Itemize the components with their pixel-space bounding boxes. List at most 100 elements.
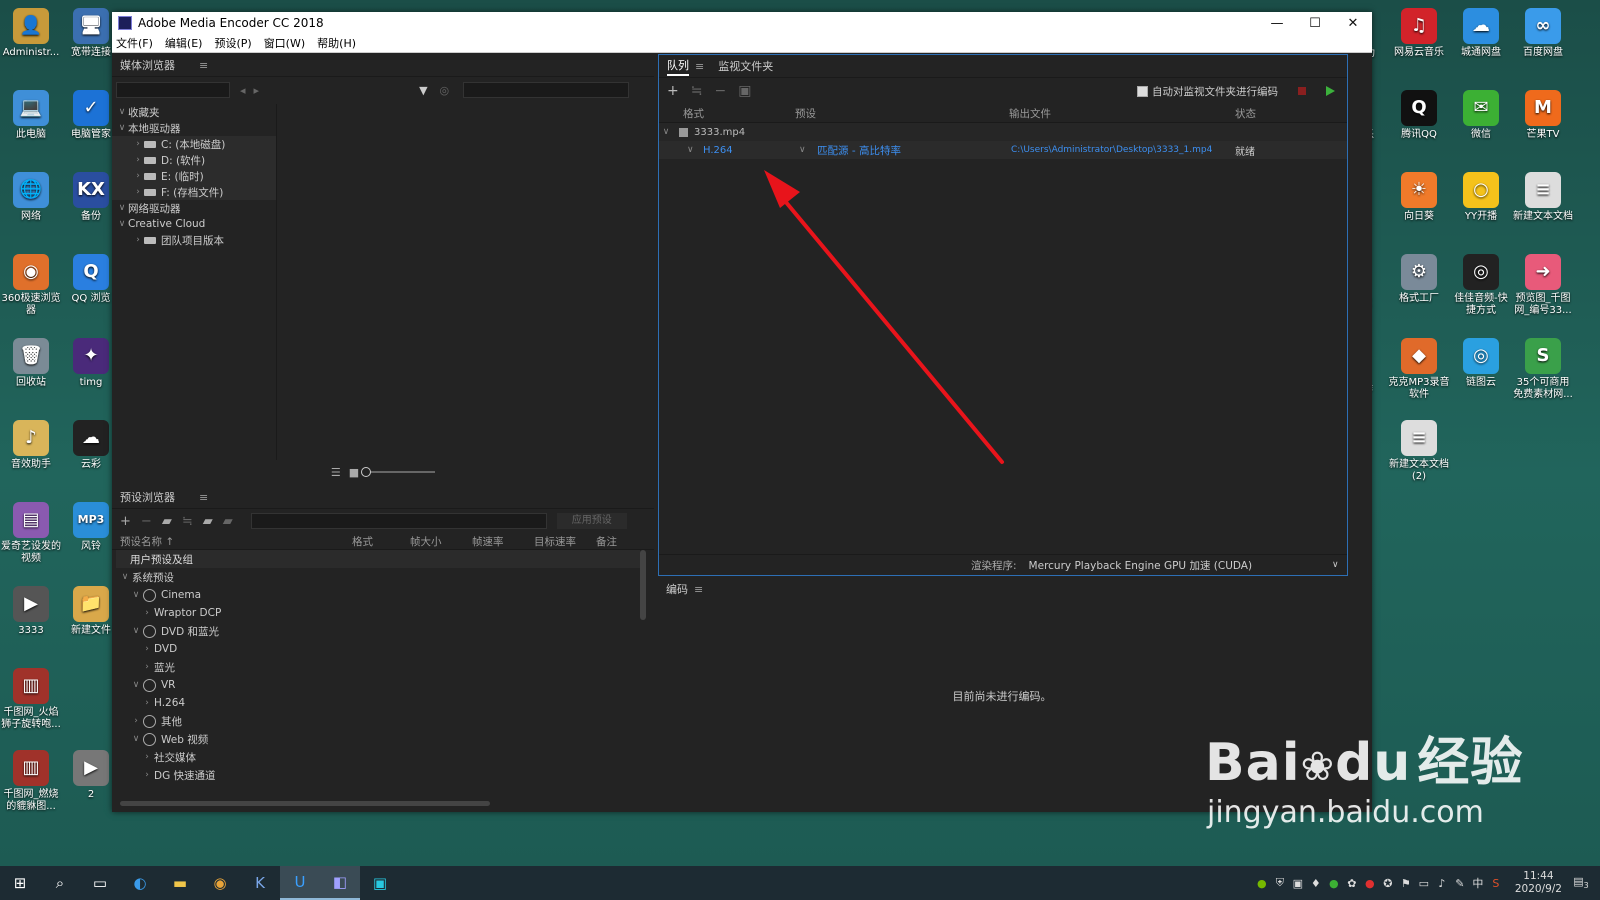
- preset-settings-icon[interactable]: ≒: [182, 514, 193, 529]
- ime-indicator[interactable]: 中: [1469, 875, 1487, 891]
- col-preset[interactable]: 预设: [795, 106, 816, 121]
- record-icon[interactable]: ●: [1361, 877, 1379, 890]
- desktop-shortcut[interactable]: ♫ 网易云音乐: [1388, 8, 1450, 59]
- desktop-shortcut[interactable]: ▥ 千图网_燃烧的貔貅图...: [0, 750, 62, 812]
- col-format[interactable]: 格式: [683, 106, 704, 121]
- queue-source-row[interactable]: ∨ 3333.mp4: [659, 123, 1347, 141]
- menu-file[interactable]: 文件(F): [116, 35, 153, 51]
- minimize-button[interactable]: —: [1258, 16, 1296, 31]
- preset-tree-item[interactable]: › 社交媒体: [116, 748, 640, 766]
- chevron-down-icon[interactable]: ∨: [116, 219, 128, 229]
- media-tree-item[interactable]: ∨ 本地驱动器: [112, 120, 276, 136]
- desktop-shortcut[interactable]: ∞ 百度网盘: [1512, 8, 1574, 59]
- filter-icon[interactable]: ▼: [419, 84, 427, 97]
- nvidia-icon[interactable]: ●: [1253, 877, 1271, 890]
- queue-output-row[interactable]: ∨ H.264 ∨ 匹配源 - 高比特率 C:\Users\Administra…: [659, 141, 1347, 159]
- volume-icon[interactable]: ♪: [1433, 877, 1451, 890]
- zoom-slider-knob[interactable]: [361, 467, 372, 477]
- desktop-shortcut[interactable]: ▤ 爱奇艺设发的视频: [0, 502, 62, 564]
- desktop-shortcut[interactable]: S 35个可商用免费素材网...: [1512, 338, 1574, 400]
- chevron-right-icon[interactable]: ›: [132, 171, 144, 181]
- chevron-right-icon[interactable]: ›: [140, 770, 154, 780]
- microphone-icon[interactable]: ♦: [1307, 877, 1325, 890]
- notification-icon[interactable]: ▤3: [1572, 875, 1590, 890]
- menu-edit[interactable]: 编辑(E): [165, 35, 203, 51]
- add-source-icon[interactable]: +: [667, 83, 679, 99]
- chevron-down-icon[interactable]: ∨: [116, 123, 128, 133]
- list-view-icon[interactable]: ☰: [331, 466, 341, 479]
- chevron-down-icon[interactable]: ∨: [116, 203, 128, 213]
- preset-dropdown-icon[interactable]: ∨: [799, 145, 806, 155]
- chevron-right-icon[interactable]: ›: [129, 716, 143, 726]
- col-status[interactable]: 状态: [1235, 106, 1256, 121]
- import-preset-icon[interactable]: ▰: [203, 514, 213, 529]
- forward-arrow-icon[interactable]: ▸: [254, 84, 260, 97]
- preset-tree-item[interactable]: ∨ DVD 和蓝光: [116, 622, 640, 640]
- preset-search-input[interactable]: [250, 513, 547, 529]
- location-dropdown[interactable]: [116, 82, 230, 98]
- output-file-path[interactable]: C:\Users\Administrator\Desktop\3333_1.mp…: [1011, 145, 1212, 155]
- desktop-shortcut[interactable]: ◉ 360极速浏览器: [0, 254, 62, 316]
- remove-preset-icon[interactable]: −: [141, 514, 152, 529]
- preset-horizontal-scrollbar[interactable]: [120, 801, 490, 806]
- desktop-shortcut[interactable]: ➜ 预览图_千图网_编号33...: [1512, 254, 1574, 316]
- chevron-down-icon[interactable]: ∨: [129, 590, 143, 600]
- panel-menu-icon[interactable]: ≡: [199, 59, 208, 72]
- close-button[interactable]: ✕: [1334, 16, 1372, 31]
- preset-tree-item[interactable]: › 蓝光: [116, 658, 640, 676]
- desktop-shortcut[interactable]: ☁ 城通网盘: [1450, 8, 1512, 59]
- preset-tree-item[interactable]: ∨ Cinema: [116, 586, 640, 604]
- pen-icon[interactable]: ✎: [1451, 877, 1469, 890]
- chevron-right-icon[interactable]: ›: [140, 662, 154, 672]
- wechat-icon[interactable]: ●: [1325, 877, 1343, 890]
- preset-column-header[interactable]: 备注: [596, 534, 636, 549]
- panel-menu-icon[interactable]: ≡: [694, 583, 703, 596]
- menu-window[interactable]: 窗口(W): [264, 35, 305, 51]
- menu-help[interactable]: 帮助(H): [317, 35, 356, 51]
- preset-tree-item[interactable]: ∨ 系统预设: [116, 568, 640, 586]
- chevron-down-icon[interactable]: ∨: [118, 572, 132, 582]
- desktop-shortcut[interactable]: ✉ 微信: [1450, 90, 1512, 141]
- remove-item-icon[interactable]: −: [714, 83, 726, 99]
- media-tree-item[interactable]: › F: (存档文件): [112, 184, 276, 200]
- preset-tree-item[interactable]: › DG 快速通道: [116, 766, 640, 784]
- desktop-shortcut[interactable]: 👤 Administr...: [0, 8, 62, 59]
- tray-app-icon-4[interactable]: ⚑: [1397, 877, 1415, 890]
- preset-tree-item[interactable]: › DVD: [116, 640, 640, 658]
- desktop-shortcut[interactable]: ♪ 音效助手: [0, 420, 62, 471]
- tab-queue[interactable]: 队列: [667, 57, 689, 76]
- title-bar[interactable]: Adobe Media Encoder CC 2018 — ☐ ✕: [112, 12, 1372, 34]
- media-browser-title[interactable]: 媒体浏览器: [120, 57, 175, 73]
- auto-encode-option[interactable]: 自动对监视文件夹进行编码: [1137, 84, 1278, 99]
- encoding-title[interactable]: 编码: [666, 581, 688, 597]
- panel-menu-icon[interactable]: ≡: [695, 60, 704, 73]
- zoom-slider[interactable]: [361, 467, 436, 477]
- desktop-shortcut[interactable]: ≡ 新建文本文档(2): [1388, 420, 1450, 482]
- preset-vertical-scrollbar[interactable]: [640, 550, 646, 620]
- stop-queue-button[interactable]: [1298, 87, 1306, 95]
- desktop-shortcut[interactable]: Q 腾讯QQ: [1388, 90, 1450, 141]
- media-tree-item[interactable]: › E: (临时): [112, 168, 276, 184]
- preset-column-header[interactable]: 目标速率: [534, 534, 596, 549]
- qq-browser-icon[interactable]: ◐: [120, 866, 160, 900]
- desktop-shortcut[interactable]: ○ YY开播: [1450, 172, 1512, 223]
- panel-menu-icon[interactable]: ≡: [199, 491, 208, 504]
- col-output[interactable]: 输出文件: [1009, 106, 1051, 121]
- preset-tree-item[interactable]: ∨ VR: [116, 676, 640, 694]
- desktop-shortcut[interactable]: ≡ 新建文本文档: [1512, 172, 1574, 223]
- desktop-shortcut[interactable]: ▥ 千图网_火焰狮子旋转咆...: [0, 668, 62, 730]
- tab-watch-folders[interactable]: 监视文件夹: [718, 58, 773, 74]
- blue-app-icon[interactable]: U: [280, 866, 320, 900]
- kx-icon[interactable]: K: [240, 866, 280, 900]
- menu-preset[interactable]: 预设(P): [214, 35, 251, 51]
- desktop-shortcut[interactable]: 🌐 网络: [0, 172, 62, 223]
- desktop-shortcut[interactable]: ◎ 佳佳音频-快捷方式: [1450, 254, 1512, 316]
- preset-tree-item[interactable]: 用户预设及组: [116, 550, 640, 568]
- media-tree-item[interactable]: ∨ 收藏夹: [112, 104, 276, 120]
- chevron-right-icon[interactable]: ›: [132, 235, 144, 245]
- network-icon[interactable]: ▭: [1415, 877, 1433, 890]
- task-view-icon[interactable]: ▭: [80, 866, 120, 900]
- tray-app-icon[interactable]: ▣: [1289, 877, 1307, 890]
- new-group-icon[interactable]: ▰: [162, 514, 172, 529]
- apply-preset-button[interactable]: 应用预设: [556, 513, 627, 529]
